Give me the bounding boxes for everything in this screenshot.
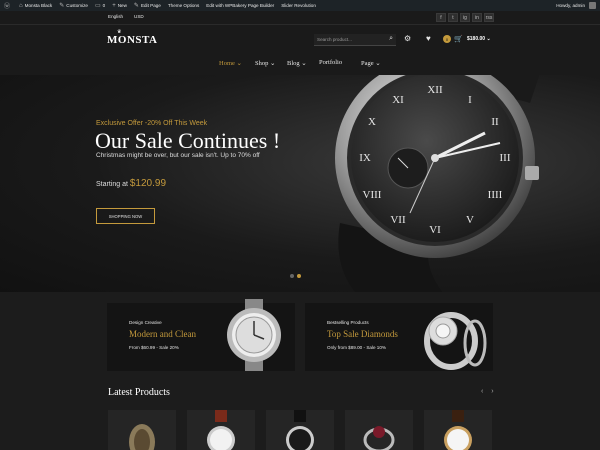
nav-item-home[interactable]: Home ⌄ bbox=[219, 59, 242, 67]
admin-bar: ⓦ ⌂ Monsta Black ✎ Customize ▭ 0 + New ✎ Edit… bbox=[0, 0, 600, 11]
product-image bbox=[444, 410, 472, 450]
admin-customize-link[interactable]: ✎ Customize bbox=[59, 2, 88, 9]
nav-item-portfolio[interactable]: Portfolio bbox=[319, 59, 342, 66]
ring-image bbox=[424, 312, 487, 370]
svg-text:XII: XII bbox=[427, 84, 443, 96]
twitter-icon[interactable]: t bbox=[448, 13, 458, 22]
svg-text:VII: VII bbox=[390, 214, 406, 226]
next-arrow-icon[interactable]: › bbox=[491, 388, 496, 395]
rss-icon[interactable]: rss bbox=[484, 13, 494, 22]
hero-starting-price: Starting at $120.99 bbox=[96, 178, 166, 189]
product-image bbox=[363, 426, 395, 450]
admin-site-link[interactable]: ⌂ Monsta Black bbox=[19, 3, 52, 9]
promo-tag: Design Creative bbox=[129, 320, 162, 325]
admin-theme-options-link[interactable]: Theme Options bbox=[168, 3, 199, 8]
product-card[interactable] bbox=[187, 410, 255, 450]
facebook-icon[interactable]: f bbox=[436, 13, 446, 22]
wishlist-heart-icon[interactable]: ♥ bbox=[426, 34, 431, 43]
slider-dots bbox=[290, 274, 301, 278]
social-links: f t ig in rss bbox=[436, 13, 494, 22]
instagram-icon[interactable]: ig bbox=[460, 13, 470, 22]
svg-text:XI: XI bbox=[392, 94, 404, 106]
product-card[interactable] bbox=[424, 410, 492, 450]
svg-text:II: II bbox=[491, 116, 499, 128]
product-card[interactable] bbox=[266, 410, 334, 450]
nav-item-blog[interactable]: Blog ⌄ bbox=[287, 59, 307, 67]
search-placeholder: Search product... bbox=[317, 37, 352, 42]
slider-dot-active[interactable] bbox=[297, 274, 301, 278]
product-image bbox=[129, 424, 155, 450]
watch-image: XII I II III IIII V VI VII VIII IX X XI bbox=[335, 75, 540, 292]
hero-offer: Exclusive Offer -20% Off This Week bbox=[96, 120, 208, 127]
promo-tag: Bestselling Products bbox=[327, 320, 369, 325]
avatar[interactable] bbox=[589, 2, 596, 9]
hero-price: $120.99 bbox=[129, 178, 167, 189]
hero-title: Our Sale Continues ! bbox=[95, 128, 281, 153]
main-nav: Home ⌄ Shop ⌄ Blog ⌄ Portfolio Page ⌄ bbox=[0, 53, 600, 75]
product-image bbox=[286, 410, 314, 450]
admin-slider-link[interactable]: Slider Revolution bbox=[281, 3, 316, 8]
hero-slider: XII I II III IIII V VI VII VIII IX X XI … bbox=[0, 75, 600, 292]
promo-price: From $60.99 - Sale 20% bbox=[129, 345, 179, 350]
brush-icon: ✎ bbox=[59, 3, 65, 9]
admin-account-link[interactable]: Howdy, admin bbox=[556, 3, 585, 8]
top-bar: English USD f t ig in rss bbox=[0, 11, 600, 25]
home-icon: ⌂ bbox=[19, 2, 23, 9]
prev-arrow-icon[interactable]: ‹ bbox=[481, 388, 486, 395]
pencil-icon: ✎ bbox=[133, 3, 139, 9]
svg-text:V: V bbox=[466, 214, 474, 226]
cart-count-badge: 0 bbox=[443, 35, 451, 43]
admin-edit-page-link[interactable]: ✎ Edit Page bbox=[134, 2, 161, 9]
hero-subtitle: Christmas might be over, but our sale is… bbox=[96, 152, 260, 159]
linkedin-icon[interactable]: in bbox=[472, 13, 482, 22]
product-image bbox=[207, 410, 235, 450]
carousel-arrows: ‹ › bbox=[481, 388, 497, 395]
svg-text:VI: VI bbox=[429, 224, 441, 236]
slider-dot[interactable] bbox=[290, 274, 294, 278]
wp-logo-icon[interactable]: ⓦ bbox=[4, 1, 12, 10]
site-logo[interactable]: MONSTA bbox=[107, 34, 157, 46]
nav-item-shop[interactable]: Shop ⌄ bbox=[255, 59, 275, 67]
svg-text:III: III bbox=[500, 152, 511, 164]
shopping-now-button[interactable]: SHOPPING NOW bbox=[96, 208, 155, 224]
settings-gear-icon[interactable]: ⚙ bbox=[404, 34, 411, 43]
promo-banner-diamonds[interactable]: Bestselling Products Top Sale Diamonds O… bbox=[305, 303, 493, 371]
svg-text:VIII: VIII bbox=[363, 189, 382, 201]
promo-title: Top Sale Diamonds bbox=[327, 329, 398, 339]
svg-text:IX: IX bbox=[359, 152, 371, 164]
admin-comments-link[interactable]: ▭ 0 bbox=[95, 2, 105, 9]
cart-total[interactable]: $180.00 ⌄ bbox=[467, 36, 491, 42]
cart-icon[interactable]: 🛒 bbox=[454, 35, 463, 43]
currency-switcher[interactable]: USD bbox=[134, 14, 144, 19]
product-card[interactable] bbox=[108, 410, 176, 450]
svg-text:X: X bbox=[368, 116, 376, 128]
admin-wpbakery-link[interactable]: Edit with WPBakery Page Builder bbox=[206, 3, 274, 8]
plus-icon: + bbox=[112, 2, 116, 9]
starting-label: Starting at bbox=[96, 181, 128, 188]
admin-new-link[interactable]: + New bbox=[112, 3, 127, 9]
search-input[interactable]: Search product... ⌕ bbox=[314, 34, 396, 46]
latest-products-title: Latest Products bbox=[108, 387, 170, 398]
watch-image bbox=[227, 299, 281, 371]
svg-text:IIII: IIII bbox=[488, 189, 503, 201]
promo-price: Only from $89.00 - Sale 10% bbox=[327, 345, 386, 350]
comment-icon: ▭ bbox=[94, 3, 101, 9]
promo-banner-modern[interactable]: Design Creative Modern and Clean From $6… bbox=[107, 299, 295, 371]
svg-text:I: I bbox=[468, 94, 472, 106]
nav-item-page[interactable]: Page ⌄ bbox=[361, 59, 381, 67]
promo-title: Modern and Clean bbox=[129, 329, 196, 339]
product-card[interactable] bbox=[345, 410, 413, 450]
language-switcher[interactable]: English bbox=[108, 14, 123, 19]
search-icon[interactable]: ⌕ bbox=[389, 35, 393, 43]
